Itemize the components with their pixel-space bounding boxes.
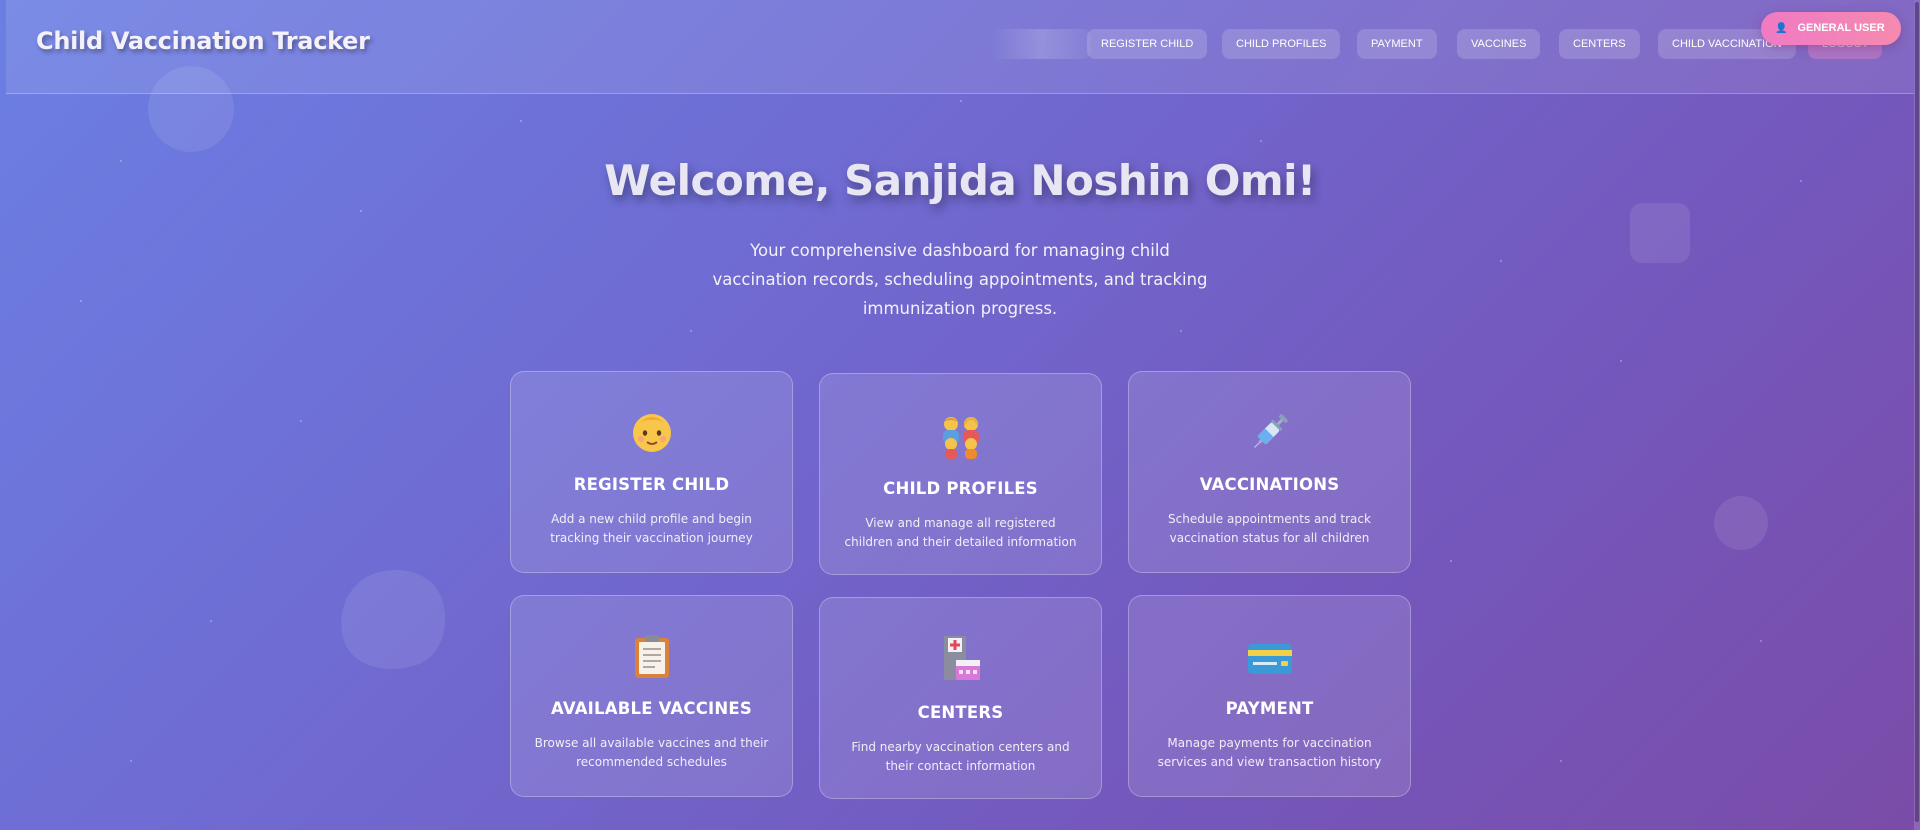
- card-payment[interactable]: Payment Manage payments for vaccination …: [1128, 595, 1411, 797]
- card-description: Find nearby vaccination centers and thei…: [851, 740, 1070, 773]
- nav-register-child[interactable]: Register Child: [1087, 29, 1208, 59]
- syringe-icon: [1129, 408, 1410, 456]
- credit-card-icon: [1129, 634, 1410, 682]
- scrollbar-thumb[interactable]: [1915, 2, 1919, 822]
- nav-child-profiles[interactable]: Child Profiles: [1222, 29, 1341, 59]
- card-title: Child Profiles: [883, 479, 1038, 498]
- card-description: Add a new child profile and begin tracki…: [550, 512, 753, 545]
- decorative-circle: [1714, 496, 1768, 550]
- family-icon: [820, 412, 1101, 460]
- page-scrollbar[interactable]: [1914, 0, 1920, 830]
- clipboard-icon: [511, 632, 792, 680]
- card-title: Payment: [1225, 699, 1314, 718]
- card-title: Available Vaccines: [551, 699, 752, 718]
- user-role-badge[interactable]: 👤 General User: [1761, 12, 1901, 45]
- app-brand[interactable]: Child Vaccination Tracker: [36, 27, 370, 55]
- nav-highlight: [991, 29, 1091, 59]
- user-icon: 👤: [1775, 23, 1788, 34]
- card-title: Vaccinations: [1199, 475, 1340, 494]
- card-description: Browse all available vaccines and their …: [534, 736, 769, 769]
- card-description: Manage payments for vaccination services…: [1157, 736, 1382, 769]
- card-title: Register Child: [573, 475, 730, 494]
- nav-vaccines[interactable]: Vaccines: [1457, 29, 1541, 59]
- baby-icon: [511, 408, 792, 456]
- nav-payment[interactable]: Payment: [1357, 29, 1437, 59]
- card-child-profiles[interactable]: Child Profiles View and manage all regis…: [819, 373, 1102, 575]
- user-role-label: General User: [1797, 22, 1885, 34]
- welcome-heading: Welcome, Sanjida Noshin Omi!: [604, 156, 1316, 205]
- decorative-square: [1630, 203, 1690, 263]
- top-navbar: Child Vaccination Tracker Register Child…: [6, 0, 1914, 94]
- hospital-icon: [820, 634, 1101, 682]
- card-title: Centers: [917, 703, 1004, 722]
- welcome-subtitle: Your comprehensive dashboard for managin…: [712, 241, 1208, 318]
- card-description: Schedule appointments and track vaccinat…: [1168, 512, 1371, 545]
- card-available-vaccines[interactable]: Available Vaccines Browse all available …: [510, 595, 793, 797]
- decorative-blob: [327, 556, 459, 684]
- nav-centers[interactable]: Centers: [1559, 29, 1640, 59]
- card-vaccinations[interactable]: Vaccinations Schedule appointments and t…: [1128, 371, 1411, 573]
- card-register-child[interactable]: Register Child Add a new child profile a…: [510, 371, 793, 573]
- card-centers[interactable]: Centers Find nearby vaccination centers …: [819, 597, 1102, 799]
- card-description: View and manage all registered children …: [844, 516, 1077, 549]
